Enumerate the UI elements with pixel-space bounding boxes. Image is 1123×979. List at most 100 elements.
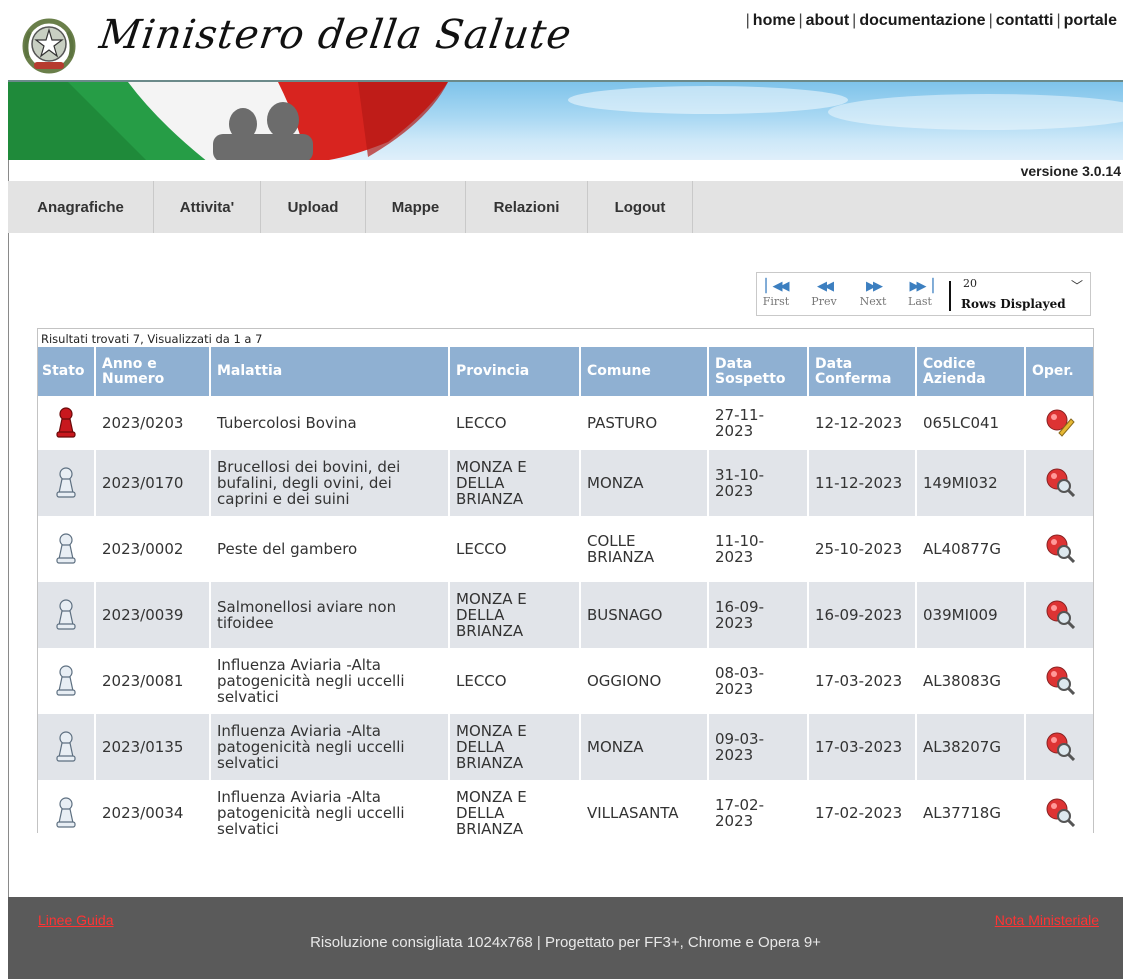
last-page-button[interactable]: ▶▶▕ Last bbox=[903, 277, 937, 313]
rows-displayed-label: Rows Displayed bbox=[961, 297, 1066, 311]
top-link-about[interactable]: about bbox=[806, 12, 850, 30]
cell-anno-numero: 2023/0002 bbox=[95, 516, 211, 582]
results-count: Risultati trovati 7, Visualizzati da 1 a… bbox=[41, 332, 263, 346]
view-icon[interactable] bbox=[1045, 797, 1075, 830]
cell-provincia: MONZA E DELLA BRIANZA bbox=[449, 780, 581, 846]
view-icon[interactable] bbox=[1045, 665, 1075, 698]
top-link-documentazione[interactable]: documentazione bbox=[859, 12, 985, 30]
ministry-logo-title: Ministero della Salute bbox=[96, 12, 575, 58]
cell-oper bbox=[1025, 450, 1093, 516]
cell-data-sospetto: 08-03-2023 bbox=[708, 648, 809, 714]
col-data-conferma: Data Conferma bbox=[808, 347, 917, 396]
cell-data-conferma: 12-12-2023 bbox=[808, 396, 917, 450]
main-menu: Anagrafiche Attivita' Upload Mappe Relaz… bbox=[8, 181, 1123, 233]
results-table-body: 2023/0203 Tubercolosi Bovina LECCO PASTURO 2… bbox=[38, 396, 1093, 846]
view-icon[interactable] bbox=[1045, 533, 1075, 566]
cell-oper bbox=[1025, 714, 1093, 780]
last-page-icon: ▶▶▕ bbox=[909, 278, 934, 293]
cell-codice-azienda: 149MI032 bbox=[916, 450, 1026, 516]
top-link-portale[interactable]: portale bbox=[1064, 12, 1117, 30]
linee-guida-link[interactable]: Linee Guida bbox=[38, 912, 114, 928]
grey-pawn-icon bbox=[54, 730, 78, 766]
cell-codice-azienda: 065LC041 bbox=[916, 396, 1026, 450]
view-icon[interactable] bbox=[1045, 599, 1075, 632]
italian-republic-emblem-icon bbox=[20, 14, 78, 76]
cell-oper bbox=[1025, 648, 1093, 714]
rows-per-page-select[interactable]: 20 ﹀ bbox=[963, 277, 1087, 295]
menu-relazioni[interactable]: Relazioni bbox=[466, 181, 588, 233]
top-link-contatti[interactable]: contatti bbox=[996, 12, 1054, 30]
results-panel: Risultati trovati 7, Visualizzati da 1 a… bbox=[37, 328, 1094, 846]
cell-provincia: MONZA E DELLA BRIANZA bbox=[449, 714, 581, 780]
cell-data-conferma: 16-09-2023 bbox=[808, 582, 917, 648]
nota-ministeriale-link[interactable]: Nota Ministeriale bbox=[995, 912, 1099, 928]
table-row: 2023/0002 Peste del gambero LECCO COLLE BRI… bbox=[38, 516, 1093, 582]
cell-malattia: Influenza Aviaria -Alta patogenicità neg… bbox=[210, 780, 450, 846]
cell-malattia: Peste del gambero bbox=[210, 516, 450, 582]
cell-codice-azienda: AL38083G bbox=[916, 648, 1026, 714]
cell-stato bbox=[38, 582, 96, 648]
table-row: 2023/0170 Brucellosi dei bovini, dei bufa… bbox=[38, 450, 1093, 516]
cell-anno-numero: 2023/0039 bbox=[95, 582, 211, 648]
red-pawn-icon bbox=[54, 406, 78, 442]
view-icon[interactable] bbox=[1045, 731, 1075, 764]
cell-stato bbox=[38, 516, 96, 582]
grey-pawn-icon bbox=[54, 598, 78, 634]
next-page-button[interactable]: ▶▶ Next bbox=[856, 277, 890, 313]
cell-data-conferma: 11-12-2023 bbox=[808, 450, 917, 516]
first-page-button[interactable]: ▏◀◀ First bbox=[759, 277, 793, 313]
cell-comune: MONZA bbox=[580, 714, 709, 780]
cell-anno-numero: 2023/0034 bbox=[95, 780, 211, 846]
cell-stato bbox=[38, 780, 96, 846]
pager-divider bbox=[949, 281, 951, 311]
cell-comune: MONZA bbox=[580, 450, 709, 516]
col-codice-azienda: Codice Azienda bbox=[916, 347, 1026, 396]
site-footer: Linee Guida Nota Ministeriale Risoluzion… bbox=[8, 897, 1123, 979]
menu-attivita[interactable]: Attivita' bbox=[154, 181, 261, 233]
cell-malattia: Influenza Aviaria -Alta patogenicità neg… bbox=[210, 648, 450, 714]
cell-oper bbox=[1025, 780, 1093, 846]
table-row: 2023/0081 Influenza Aviaria -Alta patogen… bbox=[38, 648, 1093, 714]
prev-page-icon: ◀◀ bbox=[817, 278, 834, 293]
col-data-sospetto: Data Sospetto bbox=[708, 347, 809, 396]
menu-mappe[interactable]: Mappe bbox=[366, 181, 466, 233]
cell-data-conferma: 25-10-2023 bbox=[808, 516, 917, 582]
view-icon[interactable] bbox=[1045, 467, 1075, 500]
top-link-home[interactable]: home bbox=[753, 12, 796, 30]
chevron-down-icon: ﹀ bbox=[1070, 279, 1083, 293]
grey-pawn-icon bbox=[54, 466, 78, 502]
cell-provincia: MONZA E DELLA BRIANZA bbox=[449, 582, 581, 648]
cell-provincia: LECCO bbox=[449, 516, 581, 582]
cell-data-sospetto: 16-09-2023 bbox=[708, 582, 809, 648]
footer-note: Risoluzione consigliata 1024x768 | Proge… bbox=[310, 934, 821, 951]
cell-comune: VILLASANTA bbox=[580, 780, 709, 846]
table-row: 2023/0135 Influenza Aviaria -Alta patogen… bbox=[38, 714, 1093, 780]
cell-malattia: Influenza Aviaria -Alta patogenicità neg… bbox=[210, 714, 450, 780]
table-row: 2023/0034 Influenza Aviaria -Alta patogen… bbox=[38, 780, 1093, 846]
menu-anagrafiche[interactable]: Anagrafiche bbox=[8, 181, 154, 233]
cell-stato bbox=[38, 648, 96, 714]
cell-data-sospetto: 17-02-2023 bbox=[708, 780, 809, 846]
cell-data-conferma: 17-03-2023 bbox=[808, 648, 917, 714]
site-header: Ministero della Salute | home | about | … bbox=[8, 0, 1123, 80]
cell-stato bbox=[38, 714, 96, 780]
cell-anno-numero: 2023/0081 bbox=[95, 648, 211, 714]
results-table: Stato Anno e Numero Malattia Provincia C… bbox=[38, 347, 1093, 846]
grey-pawn-icon bbox=[54, 532, 78, 568]
cell-stato bbox=[38, 450, 96, 516]
cell-data-sospetto: 11-10-2023 bbox=[708, 516, 809, 582]
cell-comune: OGGIONO bbox=[580, 648, 709, 714]
menu-logout[interactable]: Logout bbox=[588, 181, 693, 233]
col-comune: Comune bbox=[580, 347, 709, 396]
flag-banner-image bbox=[8, 80, 1123, 160]
edit-icon[interactable] bbox=[1045, 407, 1075, 440]
cell-codice-azienda: AL40877G bbox=[916, 516, 1026, 582]
col-oper: Oper. bbox=[1025, 347, 1093, 396]
menu-upload[interactable]: Upload bbox=[261, 181, 366, 233]
cell-data-conferma: 17-03-2023 bbox=[808, 714, 917, 780]
prev-page-button[interactable]: ◀◀ Prev bbox=[807, 277, 841, 313]
col-stato: Stato bbox=[38, 347, 96, 396]
cell-comune: PASTURO bbox=[580, 396, 709, 450]
cell-oper bbox=[1025, 396, 1093, 450]
cell-stato bbox=[38, 396, 96, 450]
